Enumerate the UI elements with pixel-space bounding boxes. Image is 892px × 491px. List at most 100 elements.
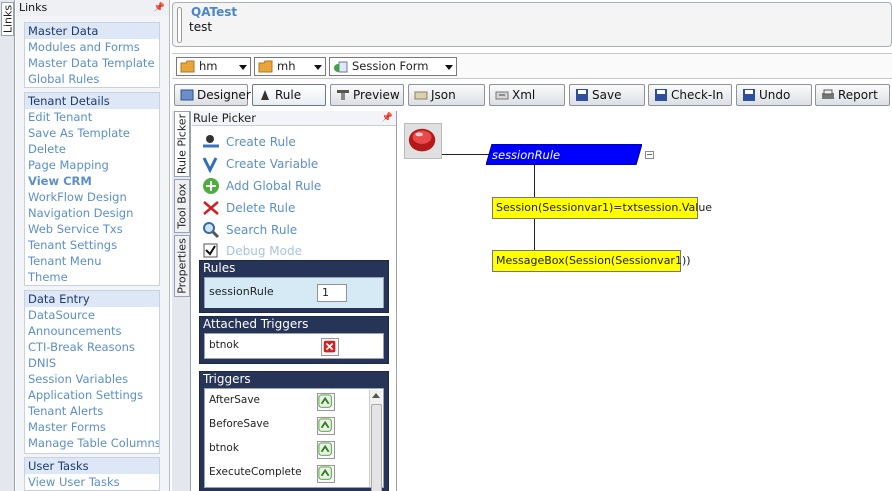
submodule-dropdown-value: mh	[277, 59, 296, 73]
scroll-thumb[interactable]	[371, 404, 382, 491]
module-dropdown-value: hm	[199, 59, 218, 73]
rule-icon	[261, 90, 269, 100]
trigger-name: BeforeSave	[209, 418, 270, 430]
tab-properties-label: Properties	[175, 238, 189, 294]
tab-tool-box-label: Tool Box	[175, 183, 189, 229]
tab-tool-box[interactable]: Tool Box	[174, 179, 190, 233]
link-group-master-data: Master Data Modules and Forms Master Dat…	[24, 22, 160, 88]
link-save-as-template[interactable]: Save As Template	[25, 125, 159, 141]
links-vertical-tab-strip: Links	[0, 0, 15, 491]
link-tenant-alerts[interactable]: Tenant Alerts	[25, 403, 159, 419]
connector-line	[534, 219, 535, 251]
attach-trigger-button[interactable]	[317, 441, 335, 459]
up-arrow-icon	[318, 418, 332, 432]
attached-triggers-title: Attached Triggers	[203, 317, 309, 331]
link-group-title[interactable]: Tenant Details	[25, 93, 159, 109]
form-dropdown[interactable]: Session Form	[329, 57, 457, 76]
rule-picker-header: Rule Picker 📌	[192, 111, 396, 126]
search-rule-label: Search Rule	[226, 223, 298, 237]
selector-row: hm mh Session Form	[172, 53, 892, 79]
link-delete[interactable]: Delete	[25, 141, 159, 157]
save-button[interactable]: Save	[569, 84, 645, 106]
scroll-up-icon[interactable]	[372, 393, 380, 398]
link-tenant-settings[interactable]: Tenant Settings	[25, 237, 159, 253]
rules-list: sessionRule 1	[204, 277, 384, 308]
link-edit-tenant[interactable]: Edit Tenant	[25, 109, 159, 125]
add-global-rule-label: Add Global Rule	[226, 179, 322, 193]
designer-button[interactable]: Designer	[174, 84, 251, 106]
link-modules-and-forms[interactable]: Modules and Forms	[25, 39, 159, 55]
link-page-mapping[interactable]: Page Mapping	[25, 157, 159, 173]
link-session-variables[interactable]: Session Variables	[25, 371, 159, 387]
link-workflow-design[interactable]: WorkFlow Design	[25, 189, 159, 205]
rule-row[interactable]: sessionRule 1	[205, 278, 383, 308]
remove-trigger-button[interactable]	[321, 338, 339, 356]
preview-icon	[337, 90, 349, 100]
links-tab-label: Links	[1, 4, 14, 34]
link-view-crm[interactable]: View CRM	[25, 173, 159, 189]
chevron-down-icon	[314, 65, 322, 70]
up-arrow-icon	[318, 466, 332, 480]
triggers-list: AfterSave BeforeSave btnok ExecuteComple…	[204, 388, 384, 491]
link-application-settings[interactable]: Application Settings	[25, 387, 159, 403]
pin-icon[interactable]: 📌	[154, 1, 165, 16]
link-group-title[interactable]: Data Entry	[25, 291, 159, 307]
rule-header-label: sessionRule	[492, 148, 561, 162]
rule-button-label: Rule	[275, 88, 302, 102]
create-rule-label: Create Rule	[226, 135, 296, 149]
link-tenant-menu[interactable]: Tenant Menu	[25, 253, 159, 269]
rule-picker-panel: Rule Picker 📌 Create Rule Create Variabl…	[192, 111, 397, 491]
rule-step-node[interactable]: Session(Sessionvar1)=txtsession.Value	[492, 197, 712, 219]
link-group-user-tasks: User Tasks View User Tasks	[24, 457, 160, 491]
link-cti-break-reasons[interactable]: CTI-Break Reasons	[25, 339, 159, 355]
rule-button[interactable]: Rule	[252, 84, 326, 106]
rule-step-text: Session(Sessionvar1)=txtsession.Value	[496, 201, 713, 214]
link-dnis[interactable]: DNIS	[25, 355, 159, 371]
json-button[interactable]: Json	[408, 84, 485, 106]
rule-picker-title: Rule Picker	[193, 111, 256, 125]
link-navigation-design[interactable]: Navigation Design	[25, 205, 159, 221]
link-datasource[interactable]: DataSource	[25, 307, 159, 323]
header-accent	[177, 7, 182, 43]
link-theme[interactable]: Theme	[25, 269, 159, 285]
rule-order-input[interactable]: 1	[317, 284, 347, 302]
xml-button[interactable]: Xml	[489, 84, 565, 106]
link-web-service-txs[interactable]: Web Service Txs	[25, 221, 159, 237]
start-node[interactable]	[404, 123, 442, 159]
link-master-data-template[interactable]: Master Data Template	[25, 55, 159, 71]
designer-icon	[180, 89, 194, 101]
undo-button[interactable]: Undo	[736, 84, 812, 106]
module-dropdown[interactable]: hm	[176, 57, 251, 76]
report-button[interactable]: Report	[815, 84, 890, 106]
attach-trigger-button[interactable]	[317, 417, 335, 435]
json-button-label: Json	[431, 88, 456, 102]
tab-properties[interactable]: Properties	[174, 235, 190, 297]
create-variable-label: Create Variable	[226, 157, 319, 171]
collapse-toggle[interactable]: −	[645, 151, 654, 159]
link-group-title[interactable]: Master Data	[25, 23, 159, 39]
report-icon	[822, 89, 834, 99]
rule-step-text: MessageBox(Session(Sessionvar1))	[496, 254, 691, 267]
preview-button[interactable]: Preview	[330, 84, 404, 106]
triggers-scrollbar[interactable]	[369, 390, 382, 491]
check-in-button-label: Check-In	[671, 88, 724, 102]
tab-rule-picker[interactable]: Rule Picker	[174, 111, 190, 177]
attach-trigger-button[interactable]	[317, 393, 335, 411]
link-group-title[interactable]: User Tasks	[25, 458, 159, 474]
link-view-user-tasks[interactable]: View User Tasks	[25, 474, 159, 490]
submodule-dropdown[interactable]: mh	[254, 57, 326, 76]
rule-step-node[interactable]: MessageBox(Session(Sessionvar1))	[492, 250, 691, 272]
link-announcements[interactable]: Announcements	[25, 323, 159, 339]
link-master-forms[interactable]: Master Forms	[25, 419, 159, 435]
links-panel-header: Links 📌	[16, 0, 169, 16]
link-manage-table-columns[interactable]: Manage Table Columns	[25, 435, 159, 451]
links-vertical-tab[interactable]: Links	[1, 2, 14, 36]
link-global-rules[interactable]: Global Rules	[25, 71, 159, 87]
pin-icon[interactable]: 📌	[382, 111, 393, 125]
create-rule-icon	[203, 135, 219, 148]
attach-trigger-button[interactable]	[317, 465, 335, 483]
header-bar: QATest test	[172, 2, 892, 47]
save-icon	[576, 89, 588, 101]
check-in-button[interactable]: Check-In	[648, 84, 732, 106]
variable-icon	[202, 157, 218, 173]
